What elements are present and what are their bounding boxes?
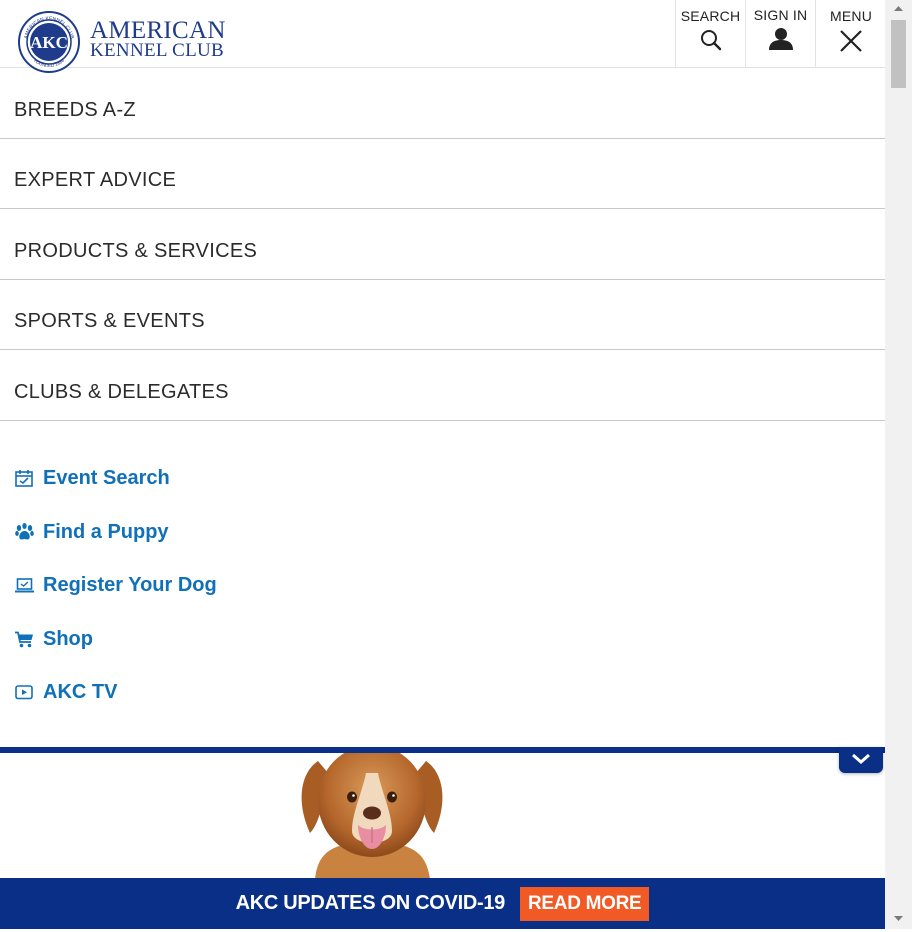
quick-link-akc-tv[interactable]: AKC TV (14, 677, 117, 707)
quick-link-shop[interactable]: Shop (14, 624, 93, 654)
cart-icon (14, 629, 34, 649)
nav-item-label: BREEDS A-Z (14, 99, 136, 121)
vertical-scrollbar[interactable] (885, 0, 912, 929)
menu-close-button[interactable]: MENU (815, 0, 885, 67)
scroll-down-arrow[interactable] (885, 910, 912, 927)
quick-link-label: AKC TV (43, 680, 118, 703)
nav-item-products-services[interactable]: PRODUCTS & SERVICES (0, 209, 885, 280)
quick-link-label: Shop (43, 627, 93, 650)
akc-logo[interactable]: AKC AMERICAN KENNEL CLUB FOUNDED 1884 AM… (18, 11, 226, 73)
sign-in-button[interactable]: SIGN IN (745, 0, 815, 67)
nav-item-expert-advice[interactable]: EXPERT ADVICE (0, 138, 885, 209)
covid-banner: AKC UPDATES ON COVID-19 READ MORE (0, 878, 885, 929)
nav-item-label: SPORTS & EVENTS (14, 310, 205, 332)
nav-item-clubs-delegates[interactable]: CLUBS & DELEGATES (0, 350, 885, 421)
user-icon (768, 28, 793, 50)
arrow-down-icon (894, 916, 903, 921)
arrow-up-icon (894, 6, 903, 11)
chat-widget-button[interactable] (839, 747, 883, 773)
quick-link-label: Event Search (43, 466, 170, 489)
quick-link-event-search[interactable]: Event Search (14, 463, 170, 493)
nav-item-label: PRODUCTS & SERVICES (14, 240, 258, 262)
scroll-up-arrow[interactable] (885, 0, 912, 17)
logo-line-kennel-club: KENNEL CLUB (90, 40, 224, 61)
nav-item-sports-events[interactable]: SPORTS & EVENTS (0, 279, 885, 350)
scrollbar-thumb[interactable] (891, 20, 906, 88)
logo-wordmark: AMERICAN KENNEL CLUB (90, 17, 226, 61)
nav-item-breeds[interactable]: BREEDS A-Z (0, 68, 885, 139)
dog-photo (301, 753, 443, 879)
play-icon (14, 682, 34, 702)
sign-in-label: SIGN IN (753, 7, 808, 23)
quick-link-find-puppy[interactable]: Find a Puppy (14, 517, 169, 547)
logo-line-american: AMERICAN (90, 17, 226, 44)
quick-link-register-dog[interactable]: Register Your Dog (14, 570, 217, 600)
laptop-icon (14, 575, 34, 595)
paw-icon (14, 522, 34, 542)
chevron-down-icon (852, 753, 870, 764)
page: AKC AMERICAN KENNEL CLUB FOUNDED 1884 AM… (0, 0, 885, 929)
search-label: SEARCH (680, 8, 741, 24)
svg-text:AKC: AKC (30, 33, 68, 52)
menu-label: MENU (829, 8, 873, 24)
quick-link-label: Find a Puppy (43, 520, 169, 543)
search-button[interactable]: SEARCH (675, 0, 745, 67)
close-icon (840, 30, 862, 52)
search-icon (700, 30, 721, 51)
read-more-button[interactable]: READ MORE (520, 886, 650, 921)
nav-item-label: CLUBS & DELEGATES (14, 381, 229, 403)
quick-link-label: Register Your Dog (43, 573, 217, 596)
akc-seal-icon: AKC AMERICAN KENNEL CLUB FOUNDED 1884 (18, 11, 80, 73)
hero-image (0, 753, 885, 879)
covid-banner-text: AKC UPDATES ON COVID-19 (235, 892, 506, 914)
site-header: AKC AMERICAN KENNEL CLUB FOUNDED 1884 AM… (0, 0, 885, 73)
calendar-icon (14, 468, 34, 488)
nav-item-label: EXPERT ADVICE (14, 169, 177, 191)
